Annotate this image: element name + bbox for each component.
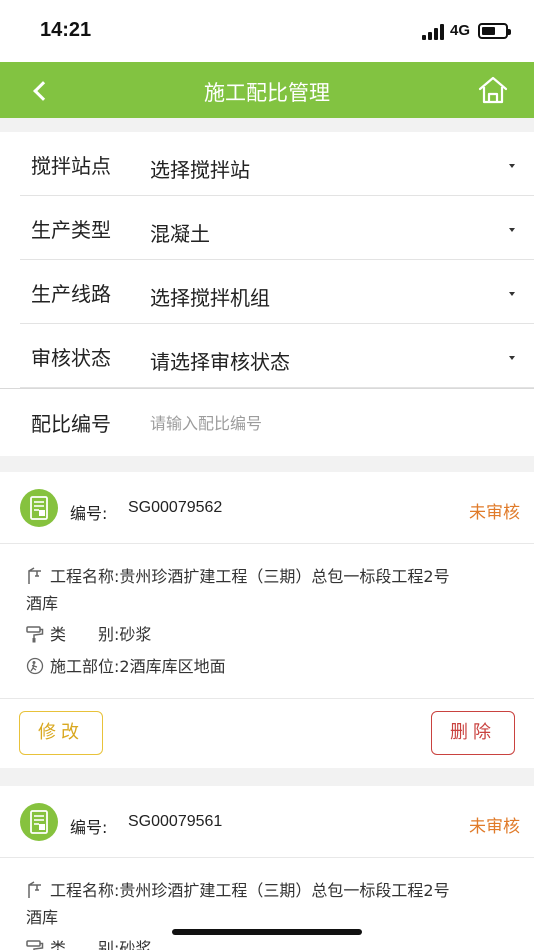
crane-icon [26, 566, 44, 584]
mix-number-row: 配比编号 [0, 390, 534, 454]
dropdown-arrow-icon [509, 164, 515, 168]
nav-bar: 施工配比管理 [0, 62, 534, 118]
project-name-cont: 酒库 [26, 594, 59, 613]
review-status-label: 审核状态 [31, 346, 111, 370]
production-line-value: 选择搅拌机组 [150, 286, 270, 310]
project-name-row: 工程名称:贵州珍酒扩建工程（三期）总包一标段工程2号 [26, 877, 526, 904]
mix-number-label: 配比编号 [31, 412, 111, 436]
production-line-select[interactable]: 生产线路 选择搅拌机组 [0, 260, 534, 324]
type-value: 砂浆 [119, 939, 152, 950]
project-name-value: 贵州珍酒扩建工程（三期）总包一标段工程2号 [119, 881, 450, 900]
status-time: 14:21 [40, 19, 92, 41]
mix-card[interactable]: 编号: SG00079562 未审核 工程名称:贵州珍酒扩建工程（三期）总包一标… [0, 472, 534, 768]
production-type-value: 混凝土 [150, 222, 210, 246]
production-type-select[interactable]: 生产类型 混凝土 [0, 196, 534, 260]
type-label: 类 别: [50, 939, 120, 950]
document-icon [20, 803, 58, 841]
type-label: 类 别: [50, 625, 120, 644]
page-title: 施工配比管理 [204, 81, 330, 105]
station-value: 选择搅拌站 [150, 158, 250, 182]
type-row: 类 别:砂浆 [26, 621, 526, 648]
mix-card[interactable]: 编号: SG00079561 未审核 工程名称:贵州珍酒扩建工程（三期）总包一标… [0, 786, 534, 950]
network-type: 4G [450, 22, 471, 39]
review-status-value: 请选择审核状态 [150, 350, 290, 374]
battery-icon [478, 23, 511, 39]
project-name-value: 贵州珍酒扩建工程（三期）总包一标段工程2号 [119, 567, 450, 586]
mix-number-input[interactable] [150, 408, 510, 438]
card-header: 编号: SG00079562 未审核 [0, 472, 534, 544]
home-indicator [172, 929, 362, 935]
card-number-label: 编号: [70, 504, 108, 523]
dropdown-arrow-icon [509, 228, 515, 232]
edit-button[interactable]: 修改 [19, 711, 103, 755]
type-value: 砂浆 [119, 625, 152, 644]
construction-part-row: 施工部位:2酒库库区地面 [26, 653, 526, 680]
dropdown-arrow-icon [509, 292, 515, 296]
project-name-cont: 酒库 [26, 908, 59, 927]
card-number: SG00079562 [128, 499, 223, 516]
filter-form: 搅拌站点 选择搅拌站 生产类型 混凝土 生产线路 选择搅拌机组 审核状态 请选择… [0, 132, 534, 456]
construction-part-value: 2酒库库区地面 [119, 657, 226, 676]
project-name-label: 工程名称: [50, 881, 120, 900]
station-select[interactable]: 搅拌站点 选择搅拌站 [0, 132, 534, 196]
type-row: 类 别:砂浆 [26, 935, 526, 950]
crane-icon [26, 880, 44, 898]
production-type-label: 生产类型 [31, 218, 111, 242]
status-badge: 未审核 [469, 503, 520, 523]
station-label: 搅拌站点 [31, 154, 111, 178]
status-badge: 未审核 [469, 817, 520, 837]
document-icon [20, 489, 58, 527]
paint-roller-icon [26, 624, 44, 643]
dropdown-arrow-icon [509, 356, 515, 360]
card-header: 编号: SG00079561 未审核 [0, 786, 534, 858]
project-name-row: 工程名称:贵州珍酒扩建工程（三期）总包一标段工程2号 [26, 563, 526, 590]
worker-icon [26, 656, 44, 675]
delete-button[interactable]: 删除 [431, 711, 515, 755]
production-line-label: 生产线路 [31, 282, 111, 306]
review-status-select[interactable]: 审核状态 请选择审核状态 [0, 324, 534, 388]
project-name-label: 工程名称: [50, 567, 120, 586]
card-number-label: 编号: [70, 818, 108, 837]
paint-roller-icon [26, 938, 44, 950]
status-bar: 14:21 4G [0, 0, 534, 62]
construction-part-label: 施工部位: [50, 657, 120, 676]
signal-icon [422, 24, 444, 40]
home-icon[interactable] [477, 74, 509, 106]
card-number: SG00079561 [128, 813, 223, 830]
